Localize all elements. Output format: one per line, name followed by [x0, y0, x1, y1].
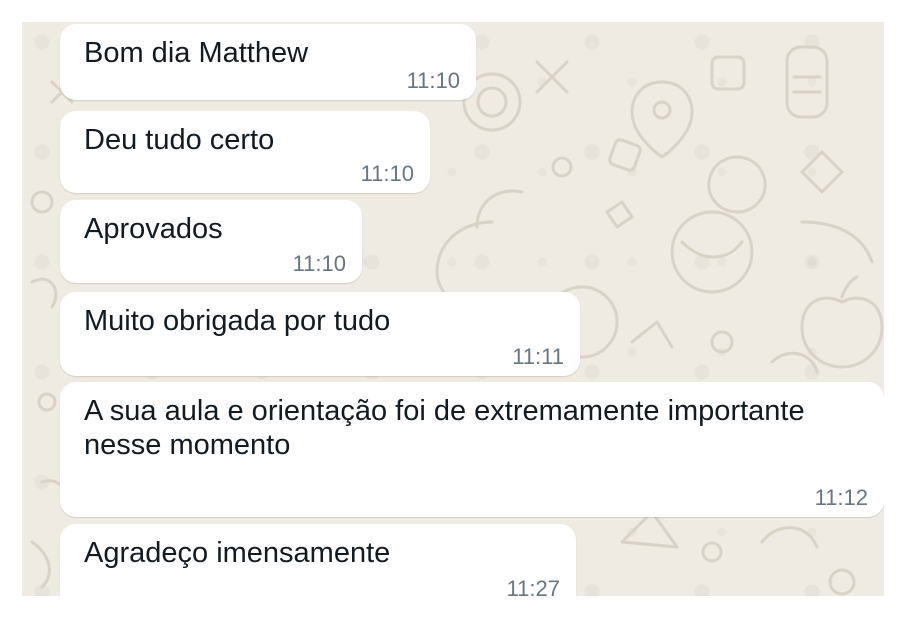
message-timestamp: 11:10 [360, 161, 414, 186]
message-timestamp: 11:27 [506, 576, 560, 596]
message-text: Muito obrigada por tudo [84, 305, 391, 337]
message-timestamp: 11:12 [814, 485, 868, 510]
message-bubble[interactable]: Deu tudo certo 11:10 [60, 111, 430, 193]
message-text: Aprovados [84, 213, 223, 245]
message-text: Deu tudo certo [84, 124, 275, 156]
message-text: Agradeço imensamente [84, 537, 391, 569]
message-bubble[interactable]: Agradeço imensamente 11:27 [60, 524, 576, 596]
message-text: Bom dia Matthew [84, 37, 309, 69]
message-timestamp: 11:11 [512, 344, 564, 369]
message-bubble[interactable]: Bom dia Matthew 11:10 [60, 24, 476, 100]
message-bubble[interactable]: A sua aula e orientação foi de extremame… [60, 382, 884, 517]
message-bubble[interactable]: Aprovados 11:10 [60, 200, 362, 283]
message-bubble[interactable]: Muito obrigada por tudo 11:11 [60, 292, 580, 376]
chat-message-area[interactable]: Bom dia Matthew 11:10 Deu tudo certo 11:… [22, 22, 884, 596]
message-timestamp: 11:10 [292, 251, 346, 276]
message-timestamp: 11:10 [406, 68, 460, 93]
message-text: A sua aula e orientação foi de extremame… [84, 395, 805, 461]
